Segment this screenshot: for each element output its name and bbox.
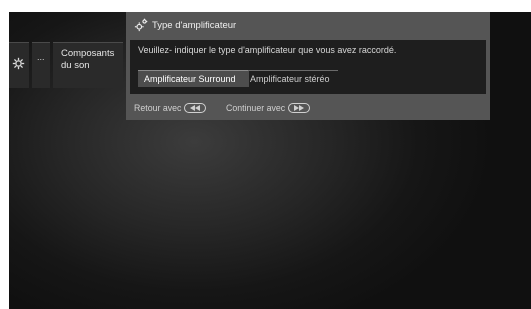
continue-hint: Continuer avec: [226, 102, 311, 114]
ellipsis-label: ...: [37, 52, 45, 62]
option-stereo-amplifier[interactable]: Amplificateur stéréo: [248, 70, 338, 87]
breadcrumb-label: Composants du son: [61, 48, 115, 71]
rewind-button-icon: [184, 102, 207, 113]
breadcrumb-settings[interactable]: [9, 42, 29, 88]
dialog-content-panel: Veuillez- indiquer le type d'amplificate…: [130, 40, 486, 94]
option-surround-amplifier[interactable]: Amplificateur Surround: [138, 70, 249, 87]
fast-forward-button-icon: [288, 102, 311, 113]
gear-icon: [12, 57, 25, 70]
gears-icon: [134, 18, 148, 32]
amplifier-type-dialog: Type d'amplificateur Veuillez- indiquer …: [126, 12, 490, 120]
breadcrumb-sound-components[interactable]: Composants du son: [53, 42, 123, 88]
dialog-title: Type d'amplificateur: [152, 20, 237, 31]
dialog-prompt: Veuillez- indiquer le type d'amplificate…: [138, 45, 397, 55]
breadcrumb-ellipsis[interactable]: ...: [32, 42, 50, 88]
tv-screen: ... Composants du son Type d'amplificate…: [9, 12, 531, 309]
back-hint: Retour avec: [134, 102, 207, 114]
back-label: Retour avec: [134, 103, 182, 113]
continue-label: Continuer avec: [226, 103, 286, 113]
